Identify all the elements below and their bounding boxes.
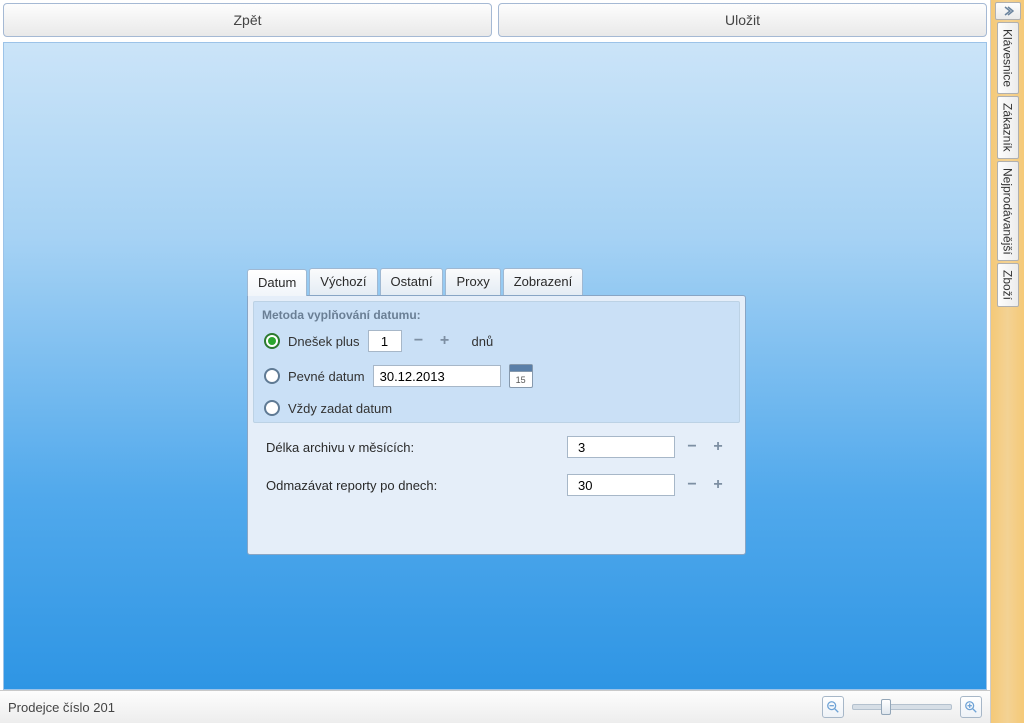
delete-reports-input[interactable] — [567, 474, 675, 496]
calendar-icon[interactable]: 15 — [509, 364, 533, 388]
option-today-plus-suffix: dnů — [472, 334, 494, 349]
tab-proxy[interactable]: Proxy — [445, 268, 500, 295]
content-background: Datum Výchozí Ostatní Proxy Zobrazení Me… — [3, 42, 987, 690]
tabs-bar: Datum Výchozí Ostatní Proxy Zobrazení — [247, 268, 746, 295]
save-button[interactable]: Uložit — [498, 3, 987, 37]
option-always-enter: Vždy zadat datum — [254, 394, 739, 422]
radio-fixed-date[interactable] — [264, 368, 280, 384]
fixed-date-input[interactable] — [373, 365, 501, 387]
option-fixed-date-label: Pevné datum — [288, 369, 365, 384]
option-today-plus: Dnešek plus − + dnů — [254, 324, 739, 358]
delete-reports-plus-icon[interactable]: + — [709, 476, 727, 494]
settings-panel: Datum Výchozí Ostatní Proxy Zobrazení Me… — [247, 268, 746, 555]
today-plus-minus-icon[interactable]: − — [410, 332, 428, 350]
delete-reports-minus-icon[interactable]: − — [683, 476, 701, 494]
archive-months-input[interactable] — [567, 436, 675, 458]
option-fixed-date: Pevné datum 15 — [254, 358, 739, 394]
archive-months-minus-icon[interactable]: − — [683, 438, 701, 456]
archive-months-plus-icon[interactable]: + — [709, 438, 727, 456]
side-tab-zbozi[interactable]: Zboží — [997, 263, 1019, 307]
zoom-in-icon[interactable] — [960, 696, 982, 718]
zoom-slider[interactable] — [852, 704, 952, 710]
right-sidebar: Klávesnice Zákazník Nejprodávanější Zbož… — [990, 0, 1024, 723]
option-always-enter-label: Vždy zadat datum — [288, 401, 392, 416]
status-bar: Prodejce číslo 201 — [0, 690, 990, 723]
top-button-bar: Zpět Uložit — [0, 0, 990, 40]
date-method-title: Metoda vyplňování datumu: — [254, 302, 739, 324]
back-button[interactable]: Zpět — [3, 3, 492, 37]
side-tab-klavesnice[interactable]: Klávesnice — [997, 22, 1019, 94]
date-method-group: Metoda vyplňování datumu: Dnešek plus − … — [253, 301, 740, 423]
tab-zobrazeni[interactable]: Zobrazení — [503, 268, 584, 295]
tab-content-datum: Metoda vyplňování datumu: Dnešek plus − … — [247, 295, 746, 555]
setting-delete-reports-days: Odmazávat reporty po dnech: − + — [248, 466, 745, 504]
zoom-slider-handle[interactable] — [881, 699, 891, 715]
option-today-plus-label: Dnešek plus — [288, 334, 360, 349]
status-user-text: Prodejce číslo 201 — [8, 700, 822, 715]
tab-vychozi[interactable]: Výchozí — [309, 268, 377, 295]
tab-datum[interactable]: Datum — [247, 269, 307, 296]
side-tab-nejprodavanejsi[interactable]: Nejprodávanější — [997, 161, 1019, 262]
radio-always-enter[interactable] — [264, 400, 280, 416]
side-tab-zakaznik[interactable]: Zákazník — [997, 96, 1019, 159]
sidebar-collapse-icon[interactable] — [995, 2, 1021, 20]
radio-today-plus[interactable] — [264, 333, 280, 349]
zoom-out-icon[interactable] — [822, 696, 844, 718]
calendar-day-number: 15 — [516, 375, 526, 385]
zoom-controls — [822, 696, 982, 718]
today-plus-plus-icon[interactable]: + — [436, 332, 454, 350]
delete-reports-label: Odmazávat reporty po dnech: — [266, 478, 546, 493]
archive-months-label: Délka archivu v měsících: — [266, 440, 546, 455]
setting-archive-months: Délka archivu v měsících: − + — [248, 428, 745, 466]
tab-ostatni[interactable]: Ostatní — [380, 268, 444, 295]
main-area: Zpět Uložit Datum Výchozí Ostatní Proxy … — [0, 0, 990, 723]
today-plus-input[interactable] — [368, 330, 402, 352]
